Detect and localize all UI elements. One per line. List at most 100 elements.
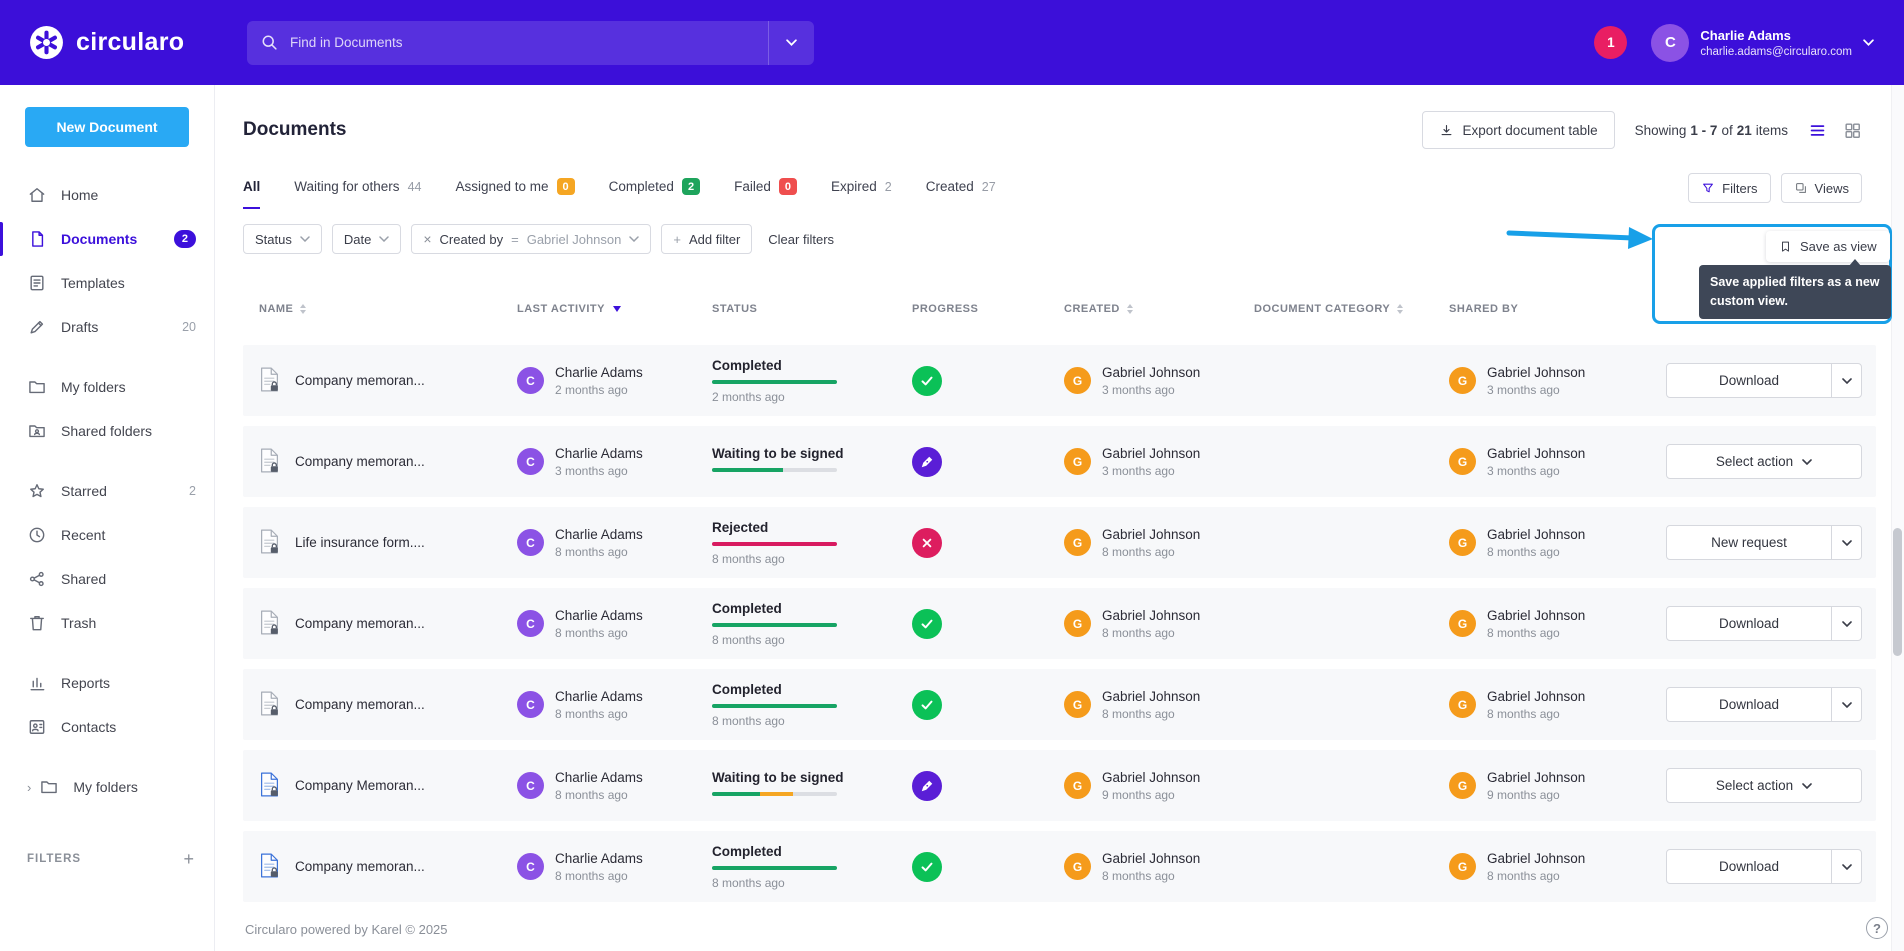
status-label: Waiting to be signed [712,769,844,785]
scrollbar-thumb[interactable] [1893,528,1902,656]
help-button[interactable]: ? [1866,917,1888,939]
table-row[interactable]: Life insurance form.... C Charlie Adams 8 m… [243,507,1876,578]
document-lock-icon [259,771,280,801]
column-header-created[interactable]: CREATED [1064,303,1254,315]
clear-filters-button[interactable]: Clear filters [768,232,834,247]
action-menu-button[interactable] [1831,526,1861,559]
sidebar-item-label: Shared folders [61,423,153,439]
last-activity-cell: C Charlie Adams 8 months ago [517,851,712,883]
column-header-last-activity[interactable]: LAST ACTIVITY [517,303,712,315]
progress-bar-segment [712,865,837,870]
table-row[interactable]: Company memoran... C Charlie Adams 2 months… [243,345,1876,416]
table-row[interactable]: Company Memoran... C Charlie Adams 8 months… [243,750,1876,821]
action-menu-button[interactable] [1831,607,1861,640]
action-button-label[interactable]: Download [1667,688,1831,721]
action-button-label[interactable]: Select action [1667,769,1861,802]
person-text: Charlie Adams 2 months ago [555,365,643,397]
add-filter-button[interactable]: + Add filter [661,224,753,254]
export-document-table-button[interactable]: Export document table [1421,111,1615,149]
progress-bar-segment [712,467,784,472]
status-time: 8 months ago [712,875,785,890]
sidebar-item-documents[interactable]: Documents 2 [0,217,214,261]
topbar: circularo 1 C Charlie Adams charlie.adam… [0,0,1904,85]
add-filter-plus-button[interactable]: + [183,849,194,870]
status-filter-dropdown[interactable]: Status [243,224,322,254]
action-label-text: Download [1718,859,1780,874]
remove-filter-icon[interactable]: × [423,232,431,246]
avatar: G [1449,367,1476,394]
avatar: C [517,853,544,880]
action-button-new-request[interactable]: New request [1666,525,1862,560]
sidebar-item-starred[interactable]: Starred 2 [0,469,214,513]
new-document-button[interactable]: New Document [25,107,189,147]
tab-expired[interactable]: Expired 2 [831,178,892,209]
action-button-download[interactable]: Download [1666,363,1862,398]
action-cell: Select action [1639,444,1876,479]
action-button-download[interactable]: Download [1666,849,1862,884]
sidebar-item-recent[interactable]: Recent [0,513,214,557]
person-time: 9 months ago [1487,787,1560,802]
tab-completed[interactable]: Completed 2 [608,178,701,209]
progress-bar-segment [712,791,760,796]
table-row[interactable]: Company memoran... C Charlie Adams 8 months… [243,831,1876,902]
check-circle-icon [912,365,942,396]
tab-label: Completed [608,179,674,194]
search-scope-dropdown[interactable] [768,20,814,65]
sidebar-item-my-folders[interactable]: My folders [0,365,214,409]
sidebar-item-templates[interactable]: Templates [0,261,214,305]
save-as-view-button[interactable]: Save as view [1766,231,1890,262]
sort-icon [1126,304,1133,314]
scrollbar-track[interactable] [1891,85,1904,951]
sidebar-item-drafts[interactable]: Drafts 20 [0,305,214,349]
tab-waiting-for-others[interactable]: Waiting for others 44 [294,178,421,209]
person-time: 3 months ago [1102,382,1175,397]
table-row[interactable]: Company memoran... C Charlie Adams 3 months… [243,426,1876,497]
table-row[interactable]: Company memoran... C Charlie Adams 8 months… [243,669,1876,740]
sidebar-item-reports[interactable]: Reports [0,661,214,705]
sidebar-item-my-folders[interactable]: › My folders [0,765,214,809]
list-view-icon[interactable] [1808,121,1827,140]
column-header-document-category[interactable]: DOCUMENT CATEGORY [1254,303,1449,315]
action-button-select-action[interactable]: Select action [1666,768,1862,803]
person-time: 8 months ago [1102,625,1175,640]
sidebar-item-home[interactable]: Home [0,173,214,217]
tab-all[interactable]: All [243,178,261,209]
table-row[interactable]: Company memoran... C Charlie Adams 8 months… [243,588,1876,659]
action-button-download[interactable]: Download [1666,606,1862,641]
person-text: Gabriel Johnson 3 months ago [1102,365,1200,397]
status-cell: Waiting to be signed [712,770,912,802]
action-button-label[interactable]: Download [1667,607,1831,640]
tab-failed[interactable]: Failed 0 [734,178,797,209]
action-button-download[interactable]: Download [1666,687,1862,722]
action-button-label[interactable]: Download [1667,364,1831,397]
action-button-label[interactable]: New request [1667,526,1831,559]
person-name: Gabriel Johnson [1487,364,1586,380]
sidebar-item-contacts[interactable]: Contacts [0,705,214,749]
action-menu-button[interactable] [1831,688,1861,721]
sidebar-item-trash[interactable]: Trash [0,601,214,645]
notification-badge[interactable]: 1 [1594,26,1628,59]
grid-view-icon[interactable] [1843,121,1862,140]
action-button-label[interactable]: Download [1667,850,1831,883]
column-header-name[interactable]: NAME [259,303,517,315]
action-menu-button[interactable] [1831,850,1861,883]
tab-assigned-to-me[interactable]: Assigned to me 0 [455,178,575,209]
user-menu[interactable]: C Charlie Adams charlie.adams@circularo.… [1651,23,1874,62]
tab-created[interactable]: Created 27 [926,178,996,209]
sidebar-item-label: Shared [61,571,107,587]
action-button-select-action[interactable]: Select action [1666,444,1862,479]
sidebar-item-shared[interactable]: Shared [0,557,214,601]
person-name: Gabriel Johnson [1487,445,1586,461]
person-text: Gabriel Johnson 8 months ago [1487,608,1585,640]
created-by-filter-chip[interactable]: × Created by = Gabriel Johnson [411,224,652,254]
brand-logo[interactable]: circularo [0,24,215,61]
chevron-down-icon [786,39,797,46]
sidebar-item-shared-folders[interactable]: Shared folders [0,409,214,453]
action-button-label[interactable]: Select action [1667,445,1861,478]
date-filter-dropdown[interactable]: Date [331,224,402,254]
expand-chevron-icon[interactable]: › [27,780,31,795]
views-button[interactable]: Views [1780,173,1862,203]
action-menu-button[interactable] [1831,364,1861,397]
search-input[interactable] [278,35,768,50]
filters-button[interactable]: Filters [1688,173,1771,203]
